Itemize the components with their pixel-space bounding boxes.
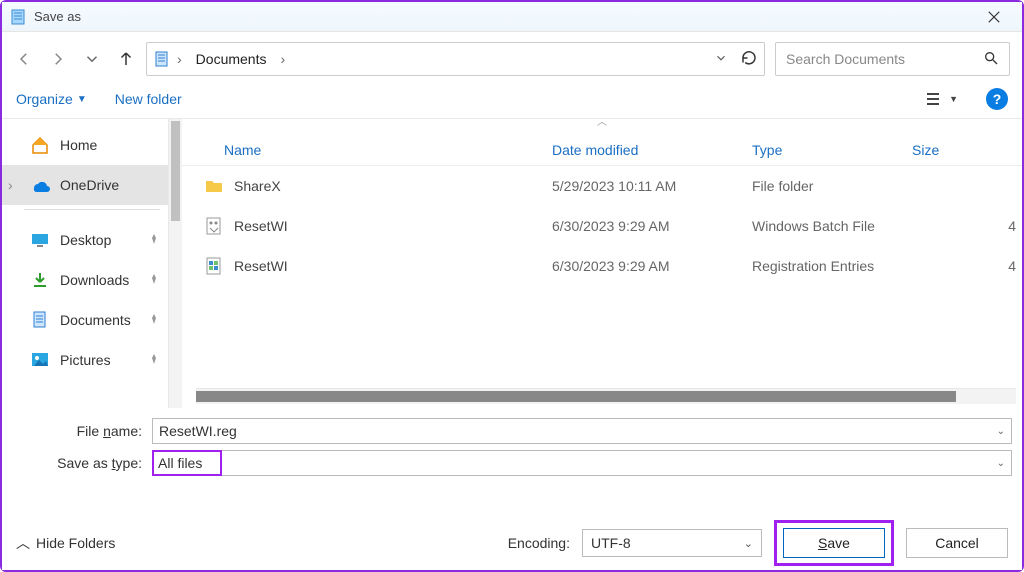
dropdown-icon[interactable]: ⌄ <box>997 458 1005 469</box>
file-size: 4 <box>912 258 1022 274</box>
column-date[interactable]: Date modified <box>552 142 752 158</box>
notepad-icon <box>10 9 26 25</box>
sidebar-item-label: OneDrive <box>60 177 119 193</box>
file-name-input[interactable]: ResetWI.reg ⌄ <box>152 418 1012 444</box>
chevron-down-icon: ▼ <box>949 94 958 104</box>
search-placeholder: Search Documents <box>786 51 983 67</box>
onedrive-icon <box>30 175 50 195</box>
main-area: Home › OneDrive Desktop Downloads Docume… <box>2 118 1022 408</box>
sidebar-item-onedrive[interactable]: › OneDrive <box>2 165 182 205</box>
sidebar-item-home[interactable]: Home <box>2 125 182 165</box>
file-row[interactable]: ResetWI 6/30/2023 9:29 AM Windows Batch … <box>182 206 1022 246</box>
documents-icon <box>30 310 50 330</box>
navigation-pane: Home › OneDrive Desktop Downloads Docume… <box>2 119 182 408</box>
view-options-button[interactable]: ▼ <box>925 91 958 107</box>
sort-indicator-icon: ︿ <box>182 113 1022 128</box>
save-button[interactable]: Save <box>783 528 885 558</box>
pin-icon <box>148 232 160 248</box>
sidebar-scrollbar[interactable] <box>168 119 182 408</box>
address-bar[interactable]: › Documents › <box>146 42 765 76</box>
dropdown-icon[interactable] <box>714 51 728 68</box>
file-type: File folder <box>752 178 912 194</box>
hide-folders-button[interactable]: ︿ Hide Folders <box>16 533 115 553</box>
file-date: 6/30/2023 9:29 AM <box>552 218 752 234</box>
help-button[interactable]: ? <box>986 88 1008 110</box>
pictures-icon <box>30 350 50 370</box>
column-type[interactable]: Type <box>752 142 912 158</box>
file-list-hscrollbar[interactable] <box>196 388 1016 404</box>
hide-folders-label: Hide Folders <box>36 535 115 551</box>
sidebar-item-pictures[interactable]: Pictures <box>2 340 182 380</box>
dropdown-icon: ⌄ <box>744 537 753 550</box>
sidebar-item-desktop[interactable]: Desktop <box>2 220 182 260</box>
sidebar-item-label: Documents <box>60 312 131 328</box>
chevron-right-icon: › <box>177 51 182 67</box>
save-form: File name: ResetWI.reg ⌄ Save as type: A… <box>2 408 1022 488</box>
file-size: 4 <box>912 218 1022 234</box>
column-headers: Name Date modified Type Size <box>182 134 1022 166</box>
file-date: 5/29/2023 10:11 AM <box>552 178 752 194</box>
sidebar-item-label: Home <box>60 137 97 153</box>
encoding-label: Encoding: <box>508 535 570 551</box>
chevron-down-icon: ▼ <box>77 94 87 105</box>
file-name-value: ResetWI.reg <box>159 423 237 439</box>
chevron-up-icon: ︿ <box>16 533 30 553</box>
save-highlight: Save <box>774 520 894 566</box>
new-folder-button[interactable]: New folder <box>115 91 182 107</box>
close-button[interactable] <box>974 2 1014 32</box>
downloads-icon <box>30 270 50 290</box>
pin-icon <box>148 352 160 368</box>
sidebar-divider <box>24 209 160 210</box>
navigation-bar: › Documents › Search Documents <box>2 32 1022 84</box>
documents-icon <box>153 50 171 68</box>
recent-locations-button[interactable] <box>82 49 102 69</box>
window-title: Save as <box>34 9 81 24</box>
file-row[interactable]: ResetWI 6/30/2023 9:29 AM Registration E… <box>182 246 1022 286</box>
batch-file-icon <box>204 216 224 236</box>
folder-icon <box>204 176 224 196</box>
search-input[interactable]: Search Documents <box>775 42 1010 76</box>
encoding-select[interactable]: UTF-8 ⌄ <box>582 529 762 557</box>
file-type: Registration Entries <box>752 258 912 274</box>
file-date: 6/30/2023 9:29 AM <box>552 258 752 274</box>
save-as-type-value: All files <box>158 455 202 471</box>
dropdown-icon[interactable]: ⌄ <box>997 426 1005 437</box>
file-name: ResetWI <box>234 258 288 274</box>
file-name: ShareX <box>234 178 281 194</box>
forward-button[interactable] <box>48 49 68 69</box>
title-bar: Save as <box>2 2 1022 32</box>
sidebar-item-documents[interactable]: Documents <box>2 300 182 340</box>
up-button[interactable] <box>116 49 136 69</box>
file-name: ResetWI <box>234 218 288 234</box>
cancel-button[interactable]: Cancel <box>906 528 1008 558</box>
home-icon <box>30 135 50 155</box>
sidebar-item-label: Downloads <box>60 272 129 288</box>
sidebar-item-label: Desktop <box>60 232 111 248</box>
encoding-value: UTF-8 <box>591 535 631 551</box>
column-size[interactable]: Size <box>912 142 1022 158</box>
organize-menu[interactable]: Organize ▼ <box>16 91 87 107</box>
breadcrumb-documents[interactable]: Documents <box>188 47 275 71</box>
search-icon <box>983 50 999 69</box>
bottom-bar: ︿ Hide Folders Encoding: UTF-8 ⌄ Save Ca… <box>2 516 1022 570</box>
organize-label: Organize <box>16 91 73 107</box>
chevron-right-icon: › <box>280 51 285 67</box>
file-type: Windows Batch File <box>752 218 912 234</box>
sidebar-item-downloads[interactable]: Downloads <box>2 260 182 300</box>
pin-icon <box>148 312 160 328</box>
file-name-label: File name: <box>12 423 152 439</box>
file-row[interactable]: ShareX 5/29/2023 10:11 AM File folder <box>182 166 1022 206</box>
pin-icon <box>148 272 160 288</box>
chevron-right-icon: › <box>8 177 13 193</box>
desktop-icon <box>30 230 50 250</box>
refresh-button[interactable] <box>740 49 758 70</box>
save-as-type-label: Save as type: <box>12 455 152 471</box>
column-name[interactable]: Name <box>182 142 552 158</box>
file-list-pane: ︿ Name Date modified Type Size ShareX 5/… <box>182 119 1022 408</box>
back-button[interactable] <box>14 49 34 69</box>
save-as-type-select[interactable]: All files ⌄ <box>152 450 1012 476</box>
file-list: ShareX 5/29/2023 10:11 AM File folder Re… <box>182 166 1022 388</box>
reg-file-icon <box>204 256 224 276</box>
sidebar-item-label: Pictures <box>60 352 111 368</box>
